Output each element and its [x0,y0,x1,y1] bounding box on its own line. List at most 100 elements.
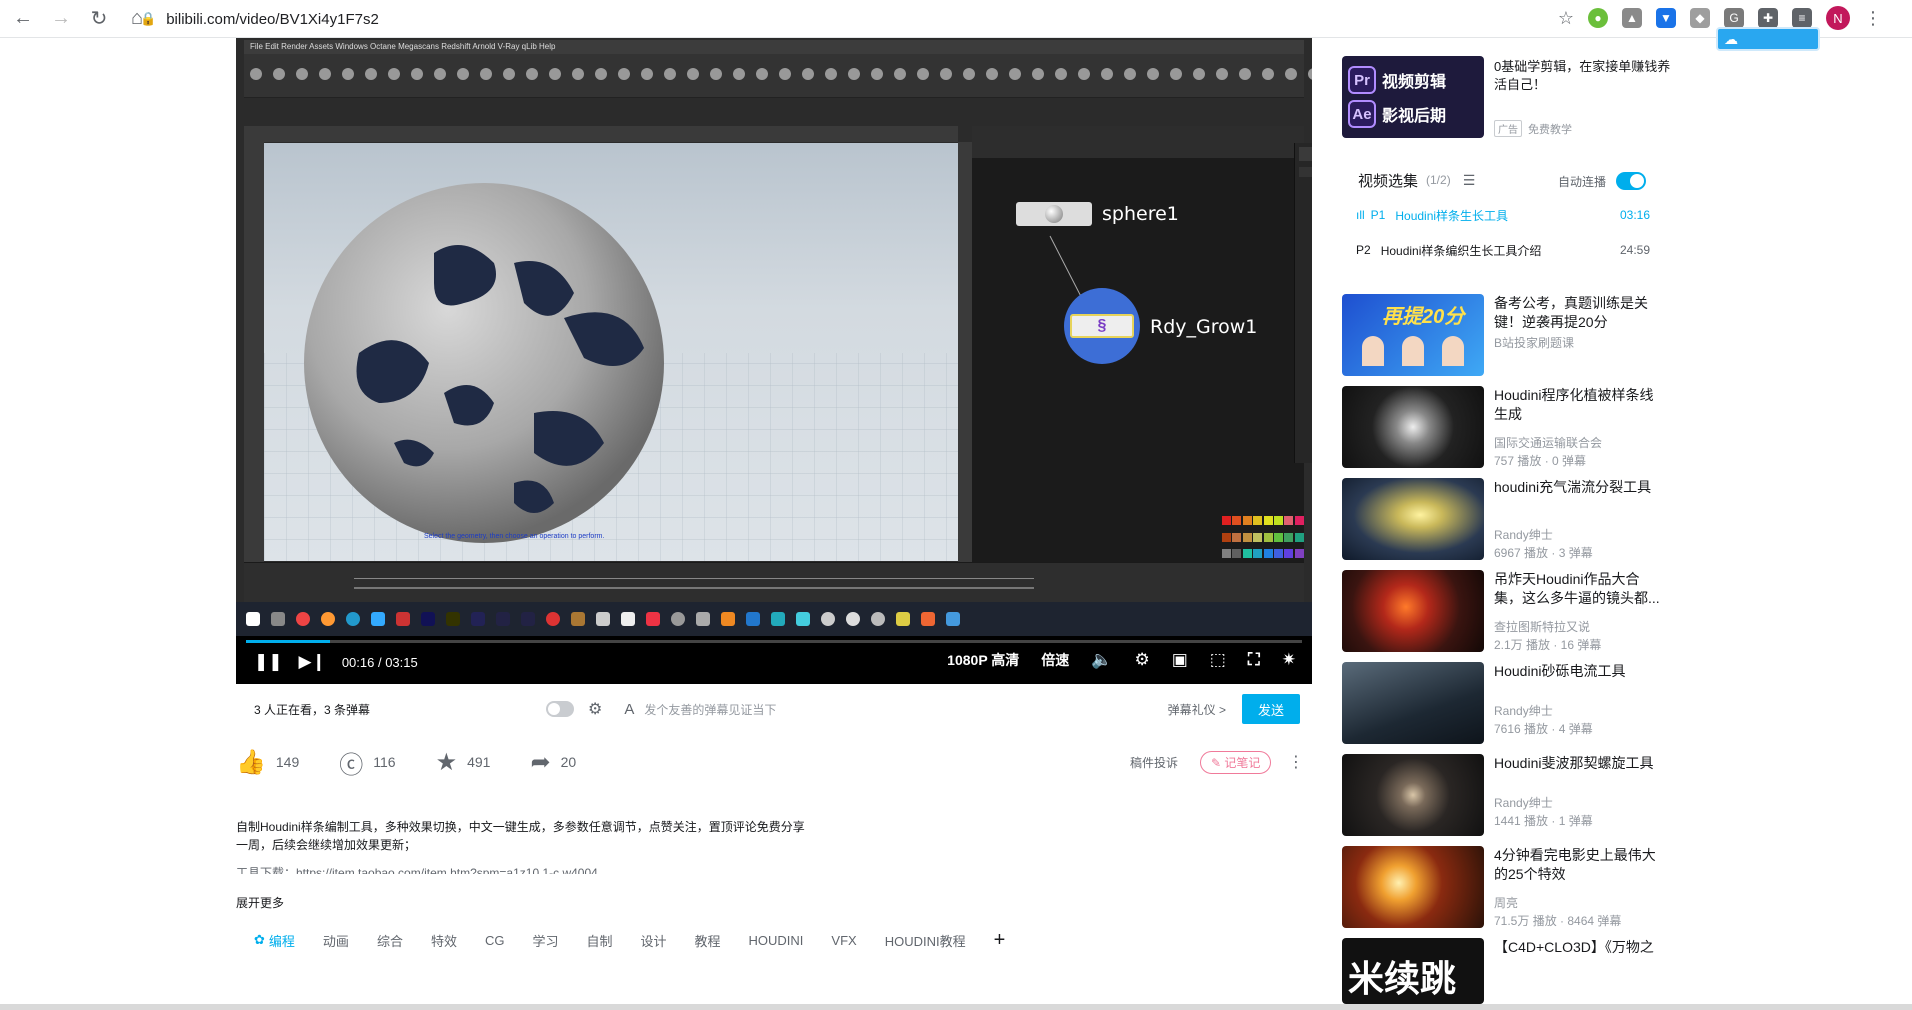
rdy-grow-node-body[interactable]: § [1064,288,1140,364]
extension-icon[interactable]: ● [1588,8,1608,28]
video-title[interactable]: 4分钟看完电影史上最伟大的25个特效 [1494,846,1664,884]
recommended-video[interactable]: Houdini砂砾电流工具 Randy绅士 7616 播放 · 4 弹幕 [1342,662,1662,744]
ad-thumbnail[interactable]: Pr 视频剪辑 Ae 影视后期 [1342,56,1484,138]
video-frame[interactable]: File Edit Render Assets Windows Octane M… [236,38,1312,636]
node-rdy-grow1[interactable]: § [1064,288,1140,364]
fullscreen-icon[interactable]: ✷ [1282,650,1296,670]
video-title[interactable]: 【C4D+CLO3D】《万物之 [1494,938,1664,957]
tag-item[interactable]: ✿ 编程 [240,926,309,954]
tag-item[interactable]: 自制 [572,926,626,954]
uploader[interactable]: 国际交通运输联合会 [1494,434,1602,451]
uploader[interactable]: Randy绅士 [1494,526,1553,543]
pause-icon[interactable]: ❚❚ [254,652,283,672]
video-thumbnail[interactable] [1342,662,1484,744]
tag-item[interactable]: HOUDINI [735,926,818,954]
extension-icon[interactable]: ▲ [1622,8,1642,28]
node-sphere1[interactable] [1016,202,1092,226]
uploader[interactable]: Randy绅士 [1494,702,1553,719]
video-thumbnail[interactable] [1342,846,1484,928]
video-thumbnail[interactable] [1342,386,1484,468]
danmaku-settings-icon[interactable]: ⚙ [588,699,602,719]
playlist-item[interactable]: ıll P1 Houdini样条生长工具 03:16 [1356,204,1650,226]
uploader[interactable]: Randy绅士 [1494,794,1553,811]
list-icon[interactable]: ☰ [1463,172,1476,189]
sphere-node-body[interactable] [1016,202,1092,226]
tag-item[interactable]: 学习 [518,926,572,954]
recommended-video[interactable]: Houdini斐波那契螺旋工具 Randy绅士 1441 播放 · 1 弹幕 [1342,754,1662,836]
video-title[interactable]: houdini充气湍流分裂工具 [1494,478,1664,497]
address-bar[interactable]: 🔒 bilibili.com/video/BV1Xi4y1F7s2 [140,6,1580,32]
widescreen-icon[interactable]: ⬚ [1210,650,1226,670]
video-title[interactable]: 吊炸天Houdini作品大合集，这么多牛逼的镜头都... [1494,570,1664,608]
tag-item[interactable]: VFX [817,926,870,954]
tag-item[interactable]: HOUDINI教程 [871,926,980,954]
recommended-video[interactable]: Houdini程序化植被样条线生成 国际交通运输联合会 757 播放 · 0 弹… [1342,386,1662,468]
favorite-button[interactable]: ★ 491 [436,748,491,777]
speed-button[interactable]: 倍速 [1041,650,1069,670]
like-button[interactable]: 👍 149 [236,748,299,777]
volume-icon[interactable]: 🔈 [1091,650,1112,670]
uploader[interactable]: 周亮 [1494,894,1518,911]
recommended-video[interactable]: 米续跳 【C4D+CLO3D】《万物之 [1342,938,1662,1004]
add-tag-icon[interactable]: + [980,926,1020,954]
playlist-item[interactable]: P2 Houdini样条编织生长工具介绍 24:59 [1356,239,1650,261]
danmaku-toggle[interactable] [546,701,575,717]
extension-icon[interactable]: ▼ [1656,8,1676,28]
video-player[interactable]: File Edit Render Assets Windows Octane M… [236,38,1312,684]
pip-icon[interactable]: ▣ [1172,650,1188,670]
desc-link[interactable]: 工具下载：https://item.taobao.com/item.htm?sp… [236,864,816,874]
recommended-video[interactable]: 吊炸天Houdini作品大合集，这么多牛逼的镜头都... 查拉图斯特拉又说 2.… [1342,570,1662,652]
menu-icon[interactable]: ⋮ [1864,8,1882,29]
next-icon[interactable]: ▶❙ [299,652,326,672]
uploader[interactable]: 查拉图斯特拉又说 [1494,618,1590,635]
avatar[interactable]: N [1826,6,1850,30]
video-title[interactable]: 备考公考，真题训练是关键！逆袭再提20分 [1494,294,1664,332]
extension-icon[interactable]: G [1724,8,1744,28]
report-link[interactable]: 稿件投诉 [1130,754,1178,771]
video-thumbnail[interactable] [1342,478,1484,560]
star-icon[interactable]: ☆ [1558,8,1574,29]
font-icon[interactable]: A [624,701,634,718]
coin-button[interactable]: ⓒ 116 [339,745,395,780]
recommended-video[interactable]: houdini充气湍流分裂工具 Randy绅士 6967 播放 · 3 弹幕 [1342,478,1662,560]
reload-icon[interactable]: ↻ [84,4,114,34]
forward-icon[interactable]: → [46,4,76,34]
send-button[interactable]: 发送 [1242,694,1300,724]
more-icon[interactable]: ⋮ [1288,752,1304,772]
quality-button[interactable]: 1080P 高清 [947,650,1019,670]
puzzle-icon[interactable]: ✚ [1758,8,1778,28]
danmaku-input[interactable]: 发个友善的弹幕见证当下 [644,701,776,718]
recommended-video[interactable]: 4分钟看完电影史上最伟大的25个特效 周亮 71.5万 播放 · 8464 弹幕 [1342,846,1662,928]
tag-item[interactable]: 特效 [417,926,471,954]
recommended-video[interactable]: 再提20分 备考公考，真题训练是关键！逆袭再提20分 B站投家刷题课 [1342,294,1662,376]
tag-item[interactable]: 动画 [309,926,363,954]
video-thumbnail[interactable] [1342,754,1484,836]
reading-list-icon[interactable]: ≡ [1792,8,1812,28]
autoplay-toggle[interactable] [1616,172,1647,190]
video-title[interactable]: Houdini程序化植被样条线生成 [1494,386,1664,424]
danmaku-etiquette-link[interactable]: 弹幕礼仪 > [1168,701,1226,718]
web-fullscreen-icon[interactable]: ⛶ [1248,650,1260,670]
ad-title[interactable]: 0基础学剪辑，在家接单赚钱养活自己！ [1494,58,1674,94]
video-title[interactable]: Houdini斐波那契螺旋工具 [1494,754,1664,773]
cloud-sync-icon[interactable]: ☁ [1716,27,1820,51]
tag-item[interactable]: 教程 [681,926,735,954]
tag-item[interactable]: CG [471,926,519,954]
video-title[interactable]: Houdini砂砾电流工具 [1494,662,1664,681]
share-count: 20 [560,754,577,770]
extension-icon[interactable]: ◆ [1690,8,1710,28]
expand-more-link[interactable]: 展开更多 [236,894,284,911]
tag-item[interactable]: 设计 [627,926,681,954]
settings-icon[interactable]: ⚙ [1134,650,1149,670]
share-button[interactable]: ➦ 20 [530,748,576,777]
back-icon[interactable]: ← [8,4,38,34]
progress-bar[interactable] [246,640,1302,643]
playlist-title: 视频选集 [1358,172,1419,190]
notes-button[interactable]: ✎ 记笔记 [1200,750,1272,774]
tag-item[interactable]: 综合 [363,926,417,954]
uploader[interactable]: B站投家刷题课 [1494,334,1574,351]
video-thumbnail[interactable]: 再提20分 [1342,294,1484,376]
video-thumbnail[interactable] [1342,570,1484,652]
thumbnail-text: 米续跳 [1348,958,1457,999]
video-thumbnail[interactable]: 米续跳 [1342,938,1484,1004]
